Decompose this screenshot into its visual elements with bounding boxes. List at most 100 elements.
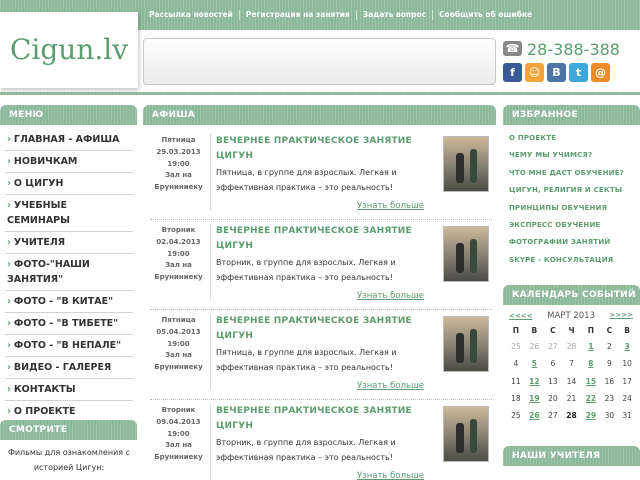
calendar-weekday: В bbox=[531, 325, 538, 335]
calendar-weekday: П bbox=[587, 325, 594, 335]
event-divider bbox=[210, 404, 211, 480]
calendar-day: 2 bbox=[606, 342, 612, 352]
event-more-link[interactable]: Узнать больше bbox=[357, 471, 424, 480]
event-more-link[interactable]: Узнать больше bbox=[357, 291, 424, 301]
top-nav-ask-question[interactable]: Задать вопрос bbox=[355, 10, 432, 20]
favorites-link[interactable]: ФОТОГРАФИИ ЗАНЯТИЙ bbox=[509, 234, 633, 251]
favorites-list: О ПРОЕКТЕ ЧЕМУ МЫ УЧИМСЯ? ЧТО МНЕ ДАСТ О… bbox=[509, 130, 633, 269]
calendar-weekday: С bbox=[606, 325, 613, 335]
top-nav-newsletter[interactable]: Рассылка новостей bbox=[143, 10, 239, 20]
calendar-day: 28 bbox=[566, 342, 577, 352]
facebook-icon[interactable]: f bbox=[503, 63, 522, 82]
event-date: Пятница 29.03.2013 19:00 Зал на Бруниниеку bbox=[154, 136, 203, 192]
event-card: Пятница 29.03.2013 19:00 Зал на Бруниниеку В… bbox=[150, 130, 492, 220]
menu-item-video[interactable]: › ВИДЕО - ГАЛЕРЕЯ bbox=[5, 357, 133, 379]
event-card: Вторник 02.04.2013 19:00 Зал на Бруниниеку В… bbox=[150, 220, 492, 310]
event-divider bbox=[210, 224, 211, 300]
mailru-icon[interactable]: @ bbox=[591, 63, 610, 82]
twitter-icon[interactable]: t bbox=[569, 63, 588, 82]
calendar-day: 14 bbox=[566, 376, 577, 386]
event-photo[interactable] bbox=[443, 406, 489, 462]
favorites-link[interactable]: SKYPE - КОНСУЛЬТАЦИЯ bbox=[509, 252, 633, 269]
top-nav: Рассылка новостей Регистрация на занятия… bbox=[143, 0, 538, 30]
menu-item-about-project[interactable]: › О ПРОЕКТЕ bbox=[5, 401, 133, 422]
calendar-day: 9 bbox=[606, 359, 612, 369]
phone-icon: ☎ bbox=[503, 41, 522, 56]
favorites-link[interactable]: ПРИНЦИПЫ ОБУЧЕНИЯ bbox=[509, 200, 633, 217]
header-divider bbox=[0, 92, 640, 95]
calendar-day-link[interactable]: 1 bbox=[581, 338, 600, 355]
menu-item-photo-classes[interactable]: › ФОТО-"НАШИ ЗАНЯТИЯ" bbox=[5, 254, 133, 291]
event-title[interactable]: ВЕЧЕРНЕЕ ПРАКТИЧЕСКОЕ ЗАНЯТИЕ ЦИГУН bbox=[216, 404, 428, 434]
calendar-day-link[interactable]: 5 bbox=[525, 355, 544, 372]
calendar-day: 6 bbox=[550, 359, 556, 369]
event-title[interactable]: ВЕЧЕРНЕЕ ПРАКТИЧЕСКОЕ ЗАНЯТИЕ ЦИГУН bbox=[216, 314, 428, 344]
event-more-link[interactable]: Узнать больше bbox=[357, 381, 424, 391]
header-banner bbox=[143, 38, 496, 85]
afisha-header: АФИША bbox=[143, 105, 496, 125]
odnoklassniki-icon[interactable]: ☺ bbox=[525, 63, 544, 82]
event-title[interactable]: ВЕЧЕРНЕЕ ПРАКТИЧЕСКОЕ ЗАНЯТИЕ ЦИГУН bbox=[216, 134, 428, 164]
menu-item-contacts[interactable]: › КОНТАКТЫ bbox=[5, 379, 133, 401]
calendar-day-link[interactable]: 26 bbox=[525, 407, 544, 424]
menu-item-teachers[interactable]: › УЧИТЕЛЯ bbox=[5, 232, 133, 254]
calendar-day: 20 bbox=[548, 394, 558, 404]
calendar-weekday: П bbox=[512, 325, 519, 335]
calendar-day: 16 bbox=[604, 376, 615, 386]
menu-item-seminars[interactable]: › УЧЕБНЫЕ СЕМИНАРЫ bbox=[5, 195, 133, 232]
calendar-day: 23 bbox=[604, 394, 615, 404]
menu-item-home[interactable]: › ГЛАВНАЯ - АФИША bbox=[5, 129, 133, 151]
event-photo[interactable] bbox=[443, 136, 489, 192]
calendar-day-link[interactable]: 8 bbox=[581, 355, 600, 372]
favorites-link[interactable]: ЭКСПРЕСС ОБУЧЕНИЕ bbox=[509, 217, 633, 234]
menu-item-about-qigong[interactable]: › О ЦИГУН bbox=[5, 173, 133, 195]
calendar-day: 13 bbox=[548, 376, 558, 386]
event-photo[interactable] bbox=[443, 226, 489, 282]
event-title[interactable]: ВЕЧЕРНЕЕ ПРАКТИЧЕСКОЕ ЗАНЯТИЕ ЦИГУН bbox=[216, 224, 428, 254]
calendar-day-link[interactable]: 3 bbox=[618, 338, 636, 355]
menu-item-photo-nepal[interactable]: › ФОТО - "В НЕПАЛЕ" bbox=[5, 335, 133, 357]
favorites-link[interactable]: ЧЕМУ МЫ УЧИМСЯ? bbox=[509, 147, 633, 164]
event-photo[interactable] bbox=[443, 316, 489, 372]
calendar-next-link[interactable]: >>>> bbox=[610, 311, 633, 319]
event-more-link[interactable]: Узнать больше bbox=[357, 201, 424, 211]
calendar-day: 30 bbox=[604, 411, 615, 421]
calendar-day: 10 bbox=[622, 359, 632, 369]
calendar-day-link[interactable]: 12 bbox=[525, 373, 544, 390]
menu-item-photo-china[interactable]: › ФОТО - "В КИТАЕ" bbox=[5, 291, 133, 313]
main-menu: › ГЛАВНАЯ - АФИША › НОВИЧКАМ › О ЦИГУН › УЧЕ… bbox=[5, 129, 133, 422]
top-nav-report-error[interactable]: Сообщить об ошибке bbox=[432, 10, 538, 20]
teachers-header: НАШИ УЧИТЕЛЯ bbox=[503, 446, 640, 466]
calendar-day: 4 bbox=[513, 359, 519, 369]
event-card: Вторник 09.04.2013 19:00 Зал на Бруниниеку В… bbox=[150, 400, 492, 480]
site-logo[interactable]: Cigun.lv bbox=[10, 33, 128, 66]
top-nav-registration[interactable]: Регистрация на занятия bbox=[238, 10, 356, 20]
calendar-day: 31 bbox=[622, 411, 632, 421]
watch-text: Фильмы для ознакомления с историей Цигун… bbox=[7, 448, 131, 472]
favorites-link[interactable]: ЦИГУН, РЕЛИГИЯ И СЕКТЫ bbox=[509, 182, 633, 199]
favorites-header: ИЗБРАННОЕ bbox=[503, 105, 640, 125]
event-date: Вторник 09.04.2013 19:00 Зал на Бруниниеку bbox=[154, 406, 203, 462]
calendar-weekday: В bbox=[624, 325, 630, 335]
favorites-link[interactable]: О ПРОЕКТЕ bbox=[509, 130, 633, 147]
calendar-day-link[interactable]: 15 bbox=[581, 373, 600, 390]
calendar-grid: П В С Ч П С В 25 26 27 28 1 2 3 4 5 6 7 8 9 10 11 12 13 1… bbox=[507, 322, 636, 424]
menu-item-beginners[interactable]: › НОВИЧКАМ bbox=[5, 151, 133, 173]
calendar-weekday: С bbox=[550, 325, 556, 335]
calendar-prev-link[interactable]: <<<< bbox=[509, 312, 532, 320]
calendar-header: КАЛЕНДАРЬ СОБЫТИЙ bbox=[503, 285, 640, 305]
event-date: Вторник 02.04.2013 19:00 Зал на Бруниниеку bbox=[154, 226, 203, 282]
calendar-weekday: Ч bbox=[568, 325, 575, 335]
menu-item-photo-tibet[interactable]: › ФОТО - "В ТИБЕТЕ" bbox=[5, 313, 133, 335]
vkontakte-icon[interactable]: B bbox=[547, 63, 566, 82]
calendar-day-link[interactable]: 29 bbox=[581, 407, 600, 424]
event-description: Вторник, в группе для взрослых. Легкая и… bbox=[216, 258, 396, 282]
calendar-day: 27 bbox=[548, 411, 558, 421]
calendar-day-link[interactable]: 22 bbox=[581, 390, 600, 407]
calendar-day: 25 bbox=[511, 342, 521, 352]
calendar-day-link[interactable]: 19 bbox=[525, 390, 544, 407]
calendar-day: 21 bbox=[566, 394, 577, 404]
calendar-day: 28 bbox=[566, 411, 577, 421]
favorites-link[interactable]: ЧТО МНЕ ДАСТ ОБУЧЕНИЕ? bbox=[509, 165, 633, 182]
calendar-day: 25 bbox=[511, 411, 521, 421]
